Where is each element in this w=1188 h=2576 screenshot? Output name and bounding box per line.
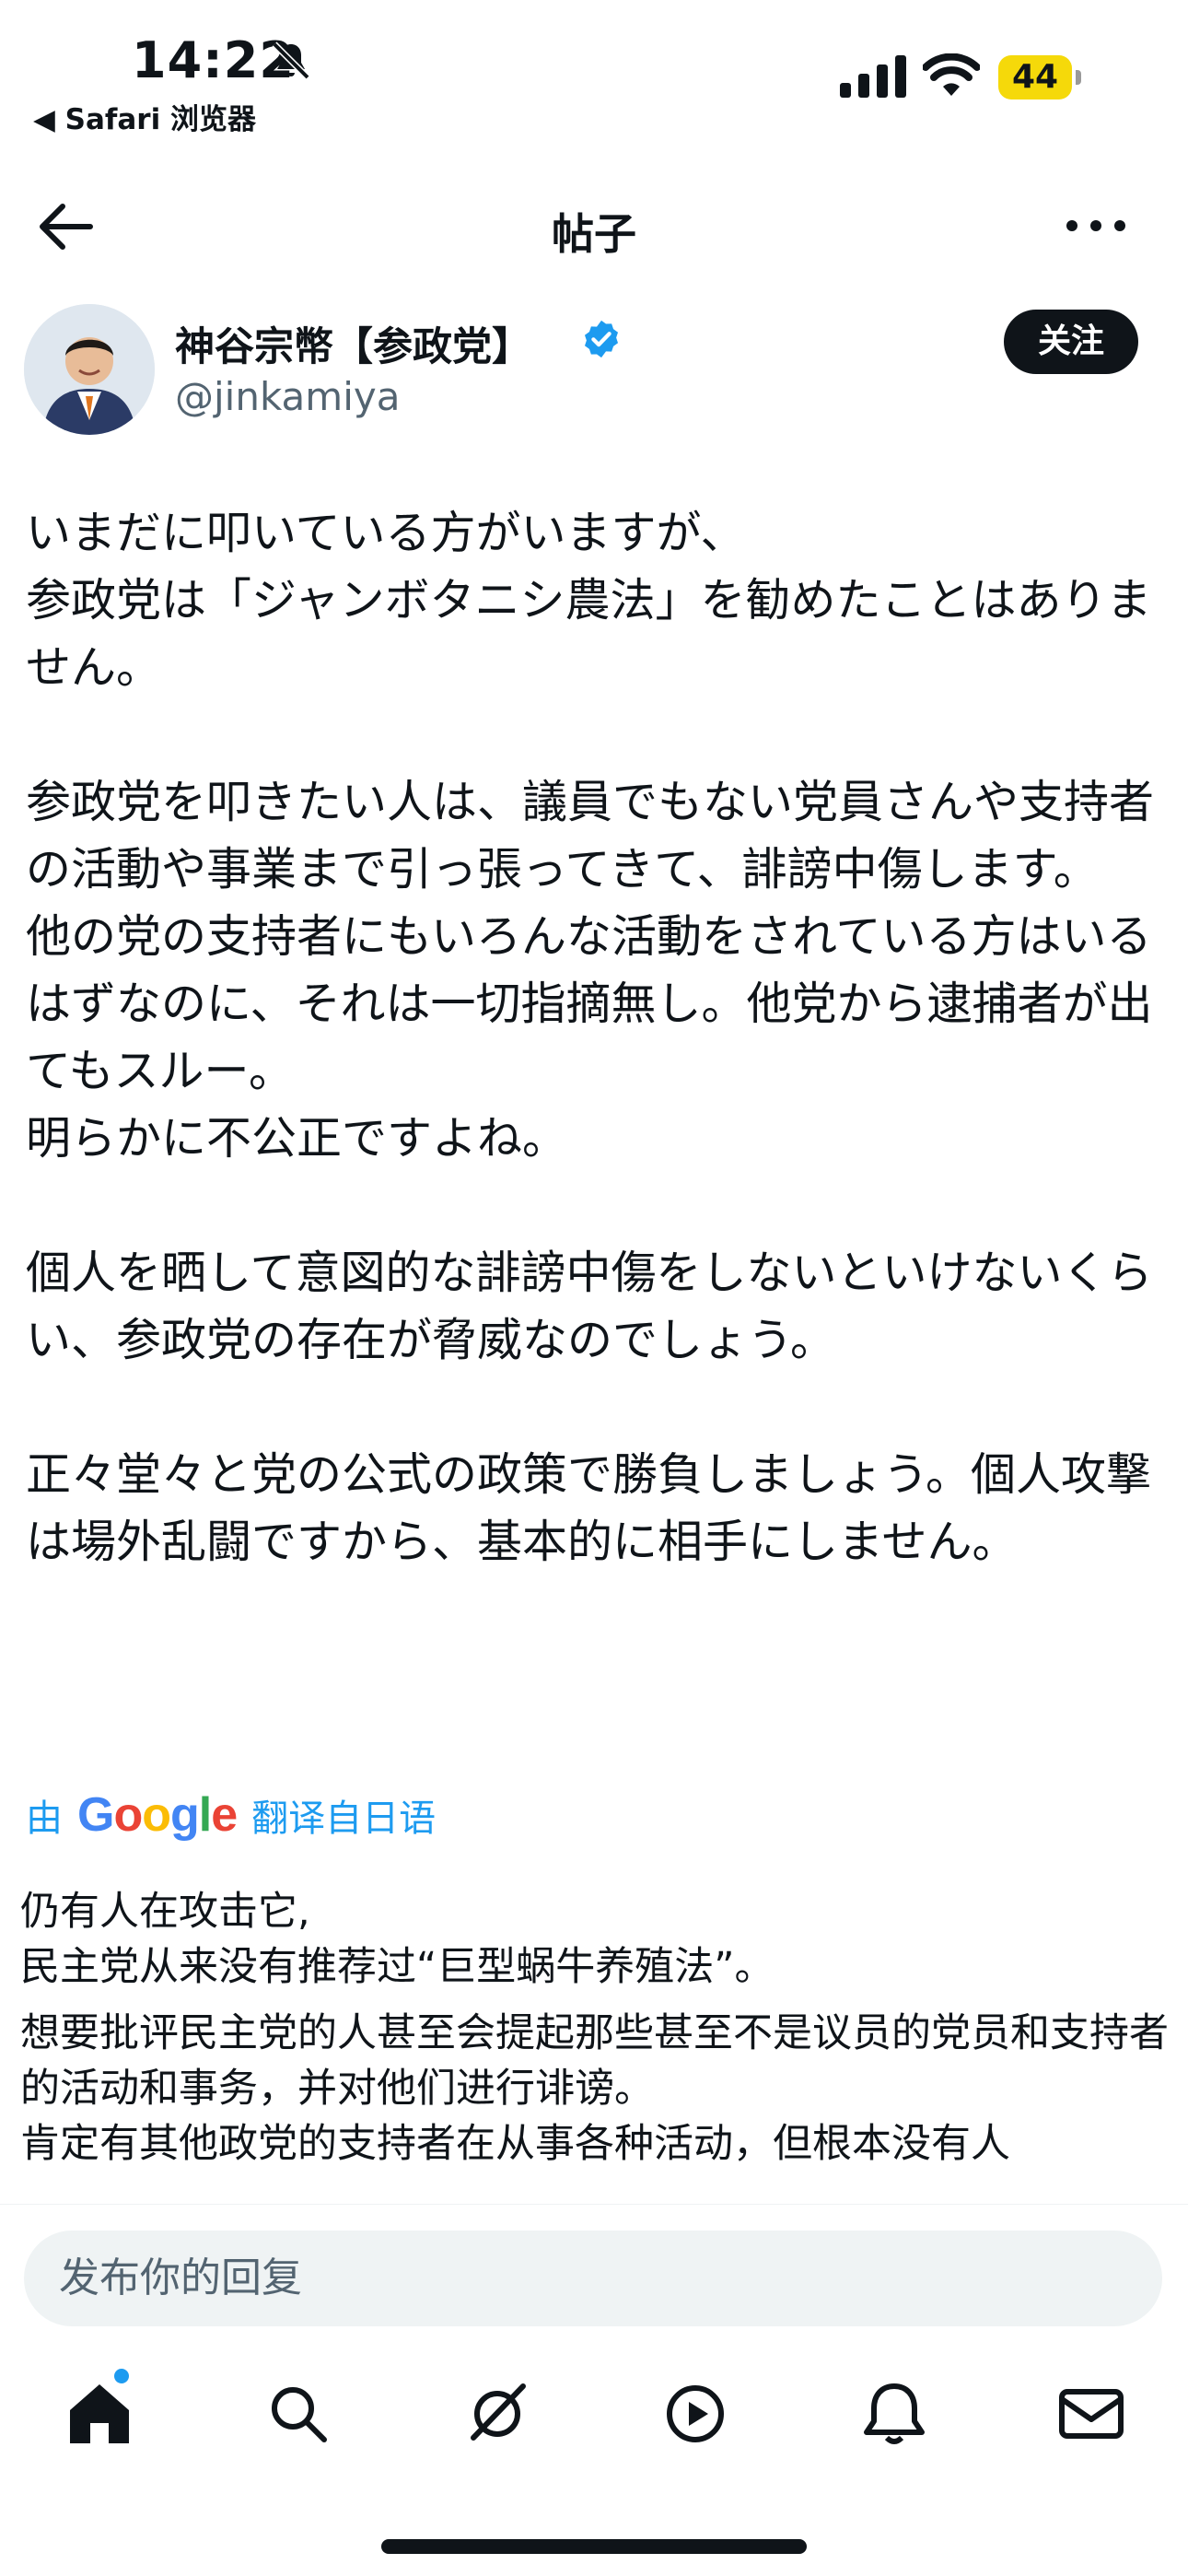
home-icon[interactable]	[63, 2377, 136, 2451]
status-bar: 14:22 ◀ Safari 浏览器 44	[0, 0, 1188, 147]
reply-bar: 发布你的回复	[0, 2204, 1188, 2343]
home-indicator[interactable]	[381, 2539, 807, 2554]
tweet-line: 正々堂々と党の公式の政策で勝負しましょう。個人攻撃は場外乱闘ですから、基本的に相…	[26, 1448, 1152, 1568]
bottom-tab-bar	[0, 2359, 1188, 2469]
tweet-line: いまだに叩いている方がいますが、	[26, 507, 746, 559]
top-navigation: 帖子	[0, 175, 1188, 276]
tweet-line: 個人を晒して意図的な誹謗中傷をしないといけないくらい、参政党の存在が脅威なのでし…	[26, 1247, 1153, 1366]
tweet-line: 明らかに不公正ですよね。	[26, 1112, 568, 1165]
translated-by-suffix: 翻译自日语	[251, 1797, 437, 1840]
author-display-name[interactable]: 神谷宗幣【参政党】	[175, 315, 531, 372]
avatar-photo	[24, 304, 155, 435]
notifications-icon[interactable]	[857, 2377, 931, 2451]
cellular-signal-icon	[840, 55, 906, 98]
translation-line: 肯定有其他政党的支持者在从事各种活动，但根本没有人	[20, 2121, 1010, 2167]
translation-line: 仍有人在攻击它,	[20, 1889, 310, 1935]
battery-indicator: 44	[998, 55, 1081, 100]
search-icon[interactable]	[262, 2377, 335, 2451]
home-notification-dot	[114, 2369, 129, 2383]
translation-line: 民主党从来没有推荐过“巨型蜗牛养殖法”。	[20, 1944, 775, 1990]
google-logo: Google	[77, 1788, 238, 1842]
battery-nub	[1076, 70, 1081, 85]
translation-line: 想要批评民主党的人甚至会提起那些甚至不是议员的党员和支持者的活动和事务，并对他们…	[20, 2010, 1169, 2112]
tweet-line: 他の党の支持者にもいろんな活動をされている方はいるはずなのに、それは一切指摘無し…	[26, 910, 1153, 1097]
verified-badge-icon	[584, 320, 619, 358]
translated-by-prefix: 由	[26, 1797, 63, 1840]
video-icon[interactable]	[658, 2377, 732, 2451]
back-to-safari-link[interactable]: ◀ Safari 浏览器	[33, 96, 256, 137]
follow-button[interactable]: 关注	[1004, 310, 1138, 374]
reply-input[interactable]: 发布你的回复	[24, 2231, 1162, 2326]
tweet-line: 参政党を叩きたい人は、議員でもない党員さんや支持者の活動や事業まで引っ張ってきて…	[26, 776, 1155, 896]
wifi-icon	[923, 53, 980, 96]
translated-by-google-link[interactable]: 由 Google 翻译自日语	[26, 1787, 436, 1843]
page-title: 帖子	[552, 209, 636, 259]
grok-icon[interactable]	[460, 2377, 534, 2451]
bell-muted-icon	[272, 41, 310, 80]
tweet-body: いまだに叩いている方がいますが、 参政党は「ジャンボタニシ農法」を勧めたことはあ…	[26, 499, 1168, 1575]
translation-body: 仍有人在攻击它, 民主党从来没有推荐过“巨型蜗牛养殖法”。 想要批评民主党的人甚…	[20, 1884, 1171, 2172]
messages-icon[interactable]	[1054, 2377, 1128, 2451]
battery-level: 44	[998, 55, 1072, 100]
author-handle[interactable]: @jinkamiya	[175, 374, 400, 419]
avatar[interactable]	[24, 304, 155, 435]
tweet-line: 参政党は「ジャンボタニシ農法」を勧めたことはありません。	[26, 574, 1152, 694]
more-options-icon[interactable]	[1059, 203, 1133, 249]
